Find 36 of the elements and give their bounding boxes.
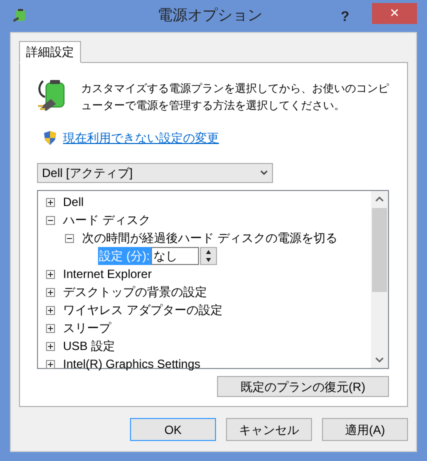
tree-item[interactable]: ワイヤレス アダプターの設定 xyxy=(63,301,222,319)
tree-item[interactable]: Dell xyxy=(63,193,84,211)
expand-icon[interactable] xyxy=(46,306,55,314)
help-button[interactable]: ? xyxy=(332,6,358,26)
tree-item[interactable]: ハード ディスク xyxy=(63,211,150,229)
tree-item[interactable]: Intel(R) Graphics Settings xyxy=(63,355,200,373)
tree-item[interactable]: デスクトップの背景の設定 xyxy=(63,283,207,301)
shield-icon xyxy=(43,130,57,146)
window-title: 電源オプション xyxy=(158,6,262,26)
tree-item[interactable]: スリープ xyxy=(63,319,111,337)
plan-dropdown[interactable]: Dell [アクティブ] xyxy=(37,163,273,183)
expand-icon[interactable] xyxy=(46,270,55,278)
close-button[interactable]: ✕ xyxy=(372,2,417,24)
tree-item[interactable]: Internet Explorer xyxy=(63,265,152,283)
battery-plug-icon xyxy=(12,8,28,24)
collapse-icon[interactable] xyxy=(65,234,74,242)
collapse-icon[interactable] xyxy=(46,216,55,224)
expand-icon[interactable] xyxy=(46,324,55,332)
scroll-thumb[interactable] xyxy=(372,208,387,292)
expand-icon[interactable] xyxy=(46,198,55,206)
expand-icon[interactable] xyxy=(46,360,55,368)
dialog-button[interactable]: キャンセル xyxy=(226,418,312,441)
description-text: カスタマイズする電源プランを選択してから、お使いのコンピューターで電源を管理する方法を選択してください。 xyxy=(81,82,390,114)
dialog-button[interactable]: OK xyxy=(130,418,216,441)
tree-item[interactable]: 次の時間が経過後ハード ディスクの電源を切る xyxy=(82,229,338,247)
chevron-down-icon xyxy=(260,170,268,176)
dialog-button[interactable]: 適用(A) xyxy=(322,418,408,441)
spinner-icon[interactable] xyxy=(200,247,217,265)
tab[interactable]: 詳細設定 xyxy=(19,41,81,63)
scrollbar[interactable] xyxy=(371,191,388,368)
change-settings-link[interactable]: 現在利用できない設定の変更 xyxy=(63,129,219,147)
expand-icon[interactable] xyxy=(46,288,55,296)
minutes-field[interactable]: なし xyxy=(150,247,199,265)
tree-item[interactable]: USB 設定 xyxy=(63,337,116,355)
expand-icon[interactable] xyxy=(46,342,55,350)
restore-plan-button[interactable]: 既定のプランの復元(R) xyxy=(217,376,389,397)
